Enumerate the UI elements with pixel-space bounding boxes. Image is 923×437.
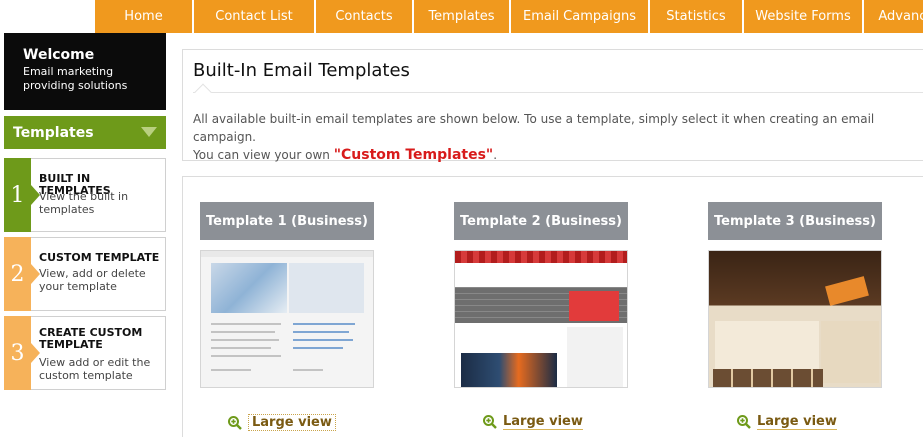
large-view-label: Large view — [248, 414, 336, 431]
template-name: Template 3 (Business) — [708, 202, 882, 240]
divider-notch — [194, 83, 212, 101]
sidebar-step-create-custom-template[interactable]: 3 CREATE CUSTOM TEMPLATE View add or edi… — [4, 316, 166, 390]
description-suffix: . — [493, 148, 498, 162]
template-card: Template 1 (Business) — [200, 202, 374, 388]
nav-tab-templates[interactable]: Templates — [414, 0, 509, 33]
welcome-subtitle: Email marketing providing solutions — [23, 65, 128, 92]
template-thumbnail[interactable] — [454, 250, 628, 388]
large-view-link[interactable]: Large view — [737, 414, 837, 430]
large-view-label: Large view — [757, 414, 837, 430]
templates-gallery: Template 1 (Business) Template 2 (Busine… — [182, 176, 923, 437]
template-card: Template 2 (Business) — [454, 202, 628, 388]
custom-templates-link[interactable]: "Custom Templates" — [334, 147, 494, 163]
step-number: 2 — [4, 237, 40, 311]
nav-tab-email-campaigns[interactable]: Email Campaigns — [511, 0, 648, 33]
large-view-label: Large view — [503, 414, 583, 430]
sidebar-step-custom-template[interactable]: 2 CUSTOM TEMPLATE View, add or delete yo… — [4, 237, 166, 311]
template-name: Template 1 (Business) — [200, 202, 374, 240]
description-line-1: All available built-in email templates a… — [193, 112, 875, 144]
sidebar-step-built-in-templates[interactable]: 1 BUILT IN TEMPLATES View the built in t… — [4, 158, 166, 232]
page-header-box: Built-In Email Templates All available b… — [182, 49, 923, 164]
step-desc: View the built in templates — [39, 190, 129, 216]
large-view-link[interactable]: Large view — [228, 414, 336, 431]
zoom-in-icon — [483, 415, 497, 429]
nav-tab-home[interactable]: Home — [95, 0, 192, 33]
template-thumbnail[interactable] — [708, 250, 882, 388]
welcome-title: Welcome — [23, 47, 95, 63]
step-number: 3 — [4, 316, 40, 390]
template-thumbnail[interactable] — [200, 250, 374, 388]
templates-section-title: Templates — [13, 124, 94, 141]
large-view-link[interactable]: Large view — [483, 414, 583, 430]
templates-section-header[interactable]: Templates — [4, 116, 166, 149]
welcome-panel: Welcome Email marketing providing soluti… — [4, 33, 166, 110]
top-nav: Home Contact List Contacts Templates Ema… — [95, 0, 923, 33]
description-prefix: You can view your own — [193, 148, 334, 162]
zoom-in-icon — [737, 415, 751, 429]
nav-tab-advanced[interactable]: Advanced — [864, 0, 923, 33]
template-name: Template 2 (Business) — [454, 202, 628, 240]
nav-tab-contact-list[interactable]: Contact List — [194, 0, 314, 33]
step-desc: View, add or delete your template — [39, 267, 146, 293]
nav-tab-contacts[interactable]: Contacts — [316, 0, 412, 33]
step-desc: View add or edit the custom template — [39, 356, 151, 382]
step-number: 1 — [4, 158, 40, 232]
zoom-in-icon — [228, 415, 242, 430]
nav-tab-statistics[interactable]: Statistics — [650, 0, 742, 33]
divider — [193, 92, 923, 93]
template-card: Template 3 (Business) — [708, 202, 882, 388]
chevron-down-icon — [141, 127, 157, 137]
page-title: Built-In Email Templates — [193, 60, 410, 81]
page-description: All available built-in email templates a… — [193, 110, 916, 164]
step-title: CREATE CUSTOM TEMPLATE — [39, 326, 143, 351]
step-title: CUSTOM TEMPLATE — [39, 251, 160, 264]
nav-tab-website-forms[interactable]: Website Forms — [744, 0, 862, 33]
